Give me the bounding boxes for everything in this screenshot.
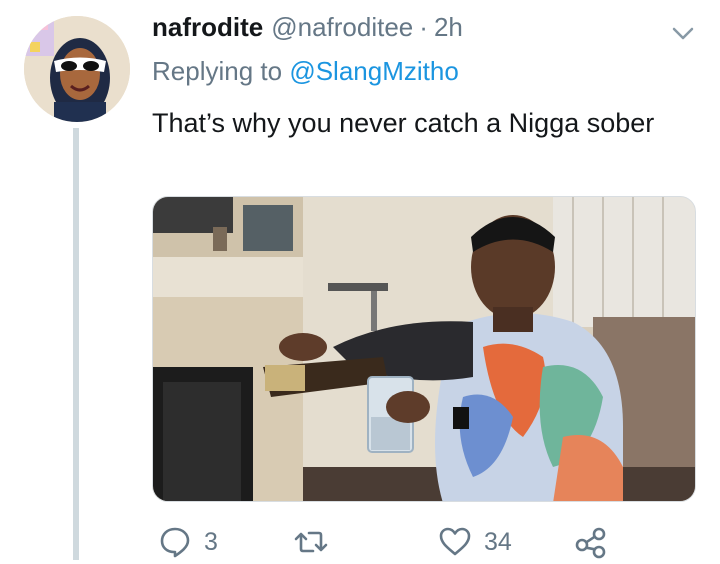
reply-count: 3 xyxy=(204,527,218,556)
replying-to-label: Replying to xyxy=(152,56,283,86)
avatar-image xyxy=(24,16,130,122)
user-handle[interactable]: @nafroditee xyxy=(271,12,413,43)
chevron-down-icon[interactable] xyxy=(670,20,696,46)
thread-line xyxy=(73,128,79,560)
tweet-actions: 3 34 xyxy=(152,520,672,564)
display-name[interactable]: nafrodite xyxy=(152,12,263,43)
tweet-media[interactable] xyxy=(152,196,696,502)
like-button[interactable]: 34 xyxy=(438,520,512,564)
reply-button[interactable]: 3 xyxy=(158,520,218,564)
like-count: 34 xyxy=(484,527,512,556)
avatar[interactable] xyxy=(24,16,130,122)
replying-to-line: Replying to @SlangMzitho xyxy=(152,56,459,87)
replying-to-user-link[interactable]: @SlangMzitho xyxy=(289,56,458,86)
reply-icon xyxy=(160,527,190,558)
tweet-timestamp[interactable]: 2h xyxy=(434,12,463,43)
separator-dot: · xyxy=(419,12,428,42)
heart-icon xyxy=(439,527,471,556)
tweet-header: nafrodite @nafroditee · 2h xyxy=(152,12,463,43)
retweet-button[interactable] xyxy=(294,520,340,564)
photo-image xyxy=(153,197,695,501)
tweet-text: That’s why you never catch a Nigga sober xyxy=(152,108,655,138)
share-icon xyxy=(575,527,606,559)
share-button[interactable] xyxy=(574,520,608,564)
retweet-icon xyxy=(294,531,328,553)
